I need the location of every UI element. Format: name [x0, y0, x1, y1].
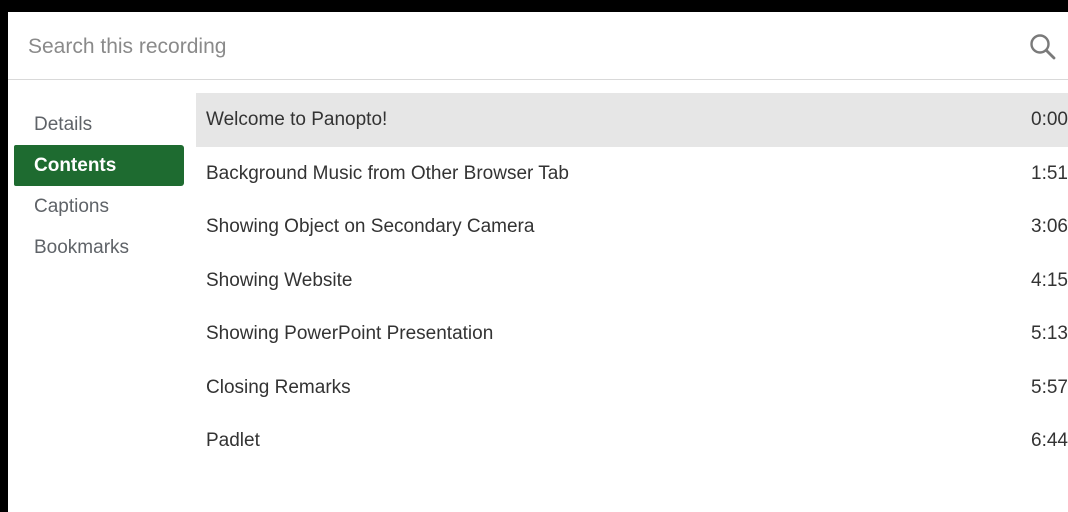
item-time: 4:15	[1031, 269, 1068, 291]
item-title: Showing PowerPoint Presentation	[206, 323, 494, 344]
item-time: 5:13	[1031, 323, 1068, 344]
tab-contents[interactable]: Contents	[14, 145, 184, 186]
sidebar-tabs: Details Contents Captions Bookmarks	[14, 104, 184, 268]
tab-label: Contents	[34, 155, 117, 176]
item-time: 3:06	[1031, 216, 1068, 237]
search-input[interactable]	[28, 28, 988, 66]
item-title: Showing Website	[206, 269, 353, 291]
item-title: Closing Remarks	[206, 376, 351, 398]
contents-list: Welcome to Panopto! 0:00 Background Musi…	[196, 93, 1068, 468]
tab-label: Details	[34, 114, 93, 135]
contents-item[interactable]: Background Music from Other Browser Tab …	[196, 147, 1068, 201]
tab-details[interactable]: Details	[14, 104, 184, 145]
item-title: Showing Object on Secondary Camera	[206, 216, 535, 237]
contents-item[interactable]: Padlet 6:44	[196, 414, 1068, 468]
contents-item[interactable]: Welcome to Panopto! 0:00	[196, 93, 1068, 147]
search-bar	[8, 12, 1068, 80]
item-time: 6:44	[1031, 430, 1068, 451]
contents-panel: Details Contents Captions Bookmarks Welc…	[8, 12, 1068, 512]
contents-item[interactable]: Showing Object on Secondary Camera 3:06	[196, 200, 1068, 254]
search-icon[interactable]	[1028, 32, 1058, 62]
tab-label: Bookmarks	[34, 237, 130, 258]
item-title: Padlet	[206, 430, 260, 451]
contents-item[interactable]: Closing Remarks 5:57	[196, 361, 1068, 415]
contents-item[interactable]: Showing PowerPoint Presentation 5:13	[196, 307, 1068, 361]
item-title: Welcome to Panopto!	[206, 109, 388, 130]
item-time: 0:00	[1031, 109, 1068, 130]
item-time: 5:57	[1031, 376, 1068, 398]
tab-captions[interactable]: Captions	[14, 186, 184, 227]
contents-item[interactable]: Showing Website 4:15	[196, 254, 1068, 308]
item-title: Background Music from Other Browser Tab	[206, 162, 569, 184]
tab-label: Captions	[34, 196, 109, 217]
tab-bookmarks[interactable]: Bookmarks	[14, 227, 184, 268]
item-time: 1:51	[1031, 162, 1068, 184]
